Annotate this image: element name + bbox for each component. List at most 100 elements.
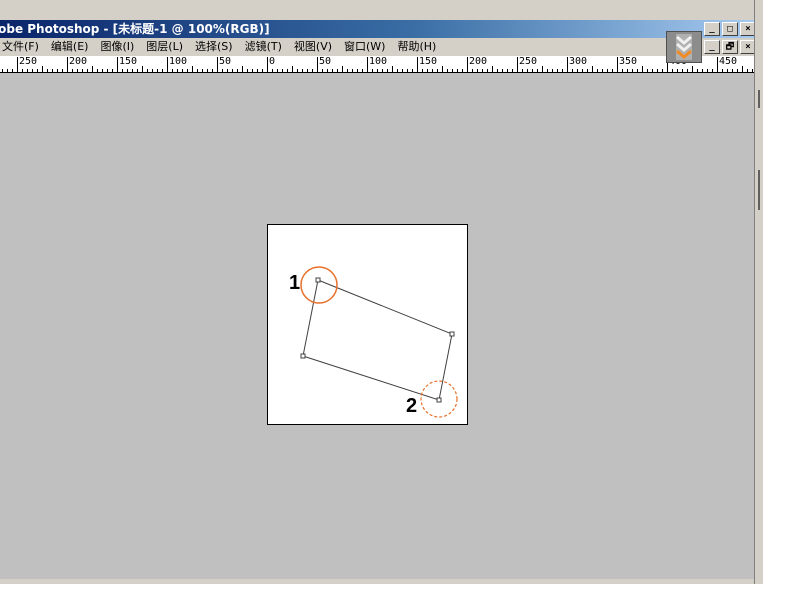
ruler-minor-tick (432, 69, 433, 72)
menu-select[interactable]: 选择(S) (189, 38, 239, 56)
ruler-minor-tick (552, 69, 553, 72)
ruler-minor-tick (142, 66, 143, 72)
ruler-minor-tick (402, 69, 403, 72)
bottom-strip (0, 579, 754, 584)
photoshop-window: lobe Photoshop - [未标题-1 @ 100%(RGB)] _ □… (0, 0, 762, 584)
step-label-1: 1 (289, 272, 301, 294)
ruler-minor-tick (312, 69, 313, 72)
ruler-minor-tick (482, 69, 483, 72)
menu-help[interactable]: 帮助(H) (391, 38, 442, 56)
ruler-label: 50 (319, 56, 332, 67)
ruler-minor-tick (397, 69, 398, 72)
document-canvas[interactable]: 1 2 (267, 224, 468, 425)
menu-image[interactable]: 图像(I) (94, 38, 140, 56)
ruler-minor-tick (392, 66, 393, 72)
maximize-button[interactable]: □ (722, 22, 738, 36)
ruler-minor-tick (697, 69, 698, 72)
ruler-minor-tick (737, 69, 738, 72)
ruler-minor-tick (407, 69, 408, 72)
ruler-label: 50 (219, 56, 232, 67)
ruler-major-tick (617, 57, 618, 72)
ruler-major-tick (117, 57, 118, 72)
ruler-minor-tick (82, 69, 83, 72)
minimize-button[interactable]: _ (704, 22, 720, 36)
ruler-minor-tick (442, 66, 443, 72)
ruler-minor-tick (557, 69, 558, 72)
ruler-minor-tick (727, 69, 728, 72)
ruler-minor-tick (582, 69, 583, 72)
ruler-minor-tick (27, 69, 28, 72)
ruler-minor-tick (52, 69, 53, 72)
ruler-minor-tick (302, 69, 303, 72)
ruler-minor-tick (152, 69, 153, 72)
ruler-major-tick (167, 57, 168, 72)
ruler-minor-tick (452, 69, 453, 72)
ruler-minor-tick (62, 69, 63, 72)
ruler-minor-tick (177, 69, 178, 72)
ruler-minor-tick (642, 66, 643, 72)
horizontal-ruler[interactable]: 2502001501005005010015020025030035040045… (0, 56, 754, 73)
ruler-minor-tick (322, 69, 323, 72)
menu-filter[interactable]: 滤镜(T) (239, 38, 288, 56)
ruler-minor-tick (287, 69, 288, 72)
doc-minimize-button[interactable]: _ (704, 40, 720, 54)
ruler-minor-tick (162, 69, 163, 72)
ruler-minor-tick (137, 69, 138, 72)
anchor-point-top-right[interactable] (449, 331, 455, 337)
window-right-edge (754, 0, 763, 584)
ruler-minor-tick (97, 69, 98, 72)
ruler-minor-tick (592, 66, 593, 72)
title-bar[interactable]: lobe Photoshop - [未标题-1 @ 100%(RGB)] (0, 20, 754, 38)
anchor-point-top-left[interactable] (315, 277, 321, 283)
ruler-minor-tick (437, 69, 438, 72)
ruler-major-tick (567, 57, 568, 72)
ruler-major-tick (717, 57, 718, 72)
ruler-minor-tick (272, 69, 273, 72)
ruler-minor-tick (202, 69, 203, 72)
ruler-minor-tick (207, 69, 208, 72)
document-window-controls: _ 🗗 × (704, 40, 756, 54)
ruler-minor-tick (527, 69, 528, 72)
step-label-2: 2 (406, 395, 418, 417)
ruler-minor-tick (472, 69, 473, 72)
ruler-minor-tick (342, 66, 343, 72)
ruler-minor-tick (277, 69, 278, 72)
menu-window[interactable]: 窗口(W) (338, 38, 391, 56)
ruler-minor-tick (547, 69, 548, 72)
ruler-minor-tick (187, 69, 188, 72)
ruler-minor-tick (572, 69, 573, 72)
ruler-minor-tick (22, 69, 23, 72)
ruler-minor-tick (522, 69, 523, 72)
ruler-minor-tick (722, 69, 723, 72)
ruler-minor-tick (7, 69, 8, 72)
ruler-minor-tick (132, 69, 133, 72)
menu-file[interactable]: 文件(F) (0, 38, 45, 56)
ruler-minor-tick (192, 66, 193, 72)
ruler-minor-tick (297, 69, 298, 72)
ruler-label: 350 (619, 56, 638, 67)
menu-layer[interactable]: 图层(L) (140, 38, 189, 56)
anchor-point-bottom-left[interactable] (300, 353, 306, 359)
ruler-minor-tick (702, 69, 703, 72)
ruler-major-tick (317, 57, 318, 72)
menu-view[interactable]: 视图(V) (288, 38, 338, 56)
ruler-minor-tick (422, 69, 423, 72)
ruler-label: 0 (269, 56, 276, 67)
ruler-minor-tick (87, 69, 88, 72)
ruler-minor-tick (387, 69, 388, 72)
ruler-minor-tick (647, 69, 648, 72)
ruler-label: 200 (69, 56, 88, 67)
ruler-minor-tick (212, 69, 213, 72)
ruler-minor-tick (242, 66, 243, 72)
ruler-minor-tick (637, 69, 638, 72)
ruler-minor-tick (447, 69, 448, 72)
ruler-minor-tick (72, 69, 73, 72)
ruler-minor-tick (562, 69, 563, 72)
ruler-minor-tick (107, 69, 108, 72)
ruler-minor-tick (122, 69, 123, 72)
doc-restore-button[interactable]: 🗗 (722, 40, 738, 54)
addon-chevron-icon[interactable] (666, 31, 702, 63)
menu-edit[interactable]: 编辑(E) (45, 38, 95, 56)
ruler-minor-tick (372, 69, 373, 72)
anchor-point-bottom-right[interactable] (436, 397, 442, 403)
